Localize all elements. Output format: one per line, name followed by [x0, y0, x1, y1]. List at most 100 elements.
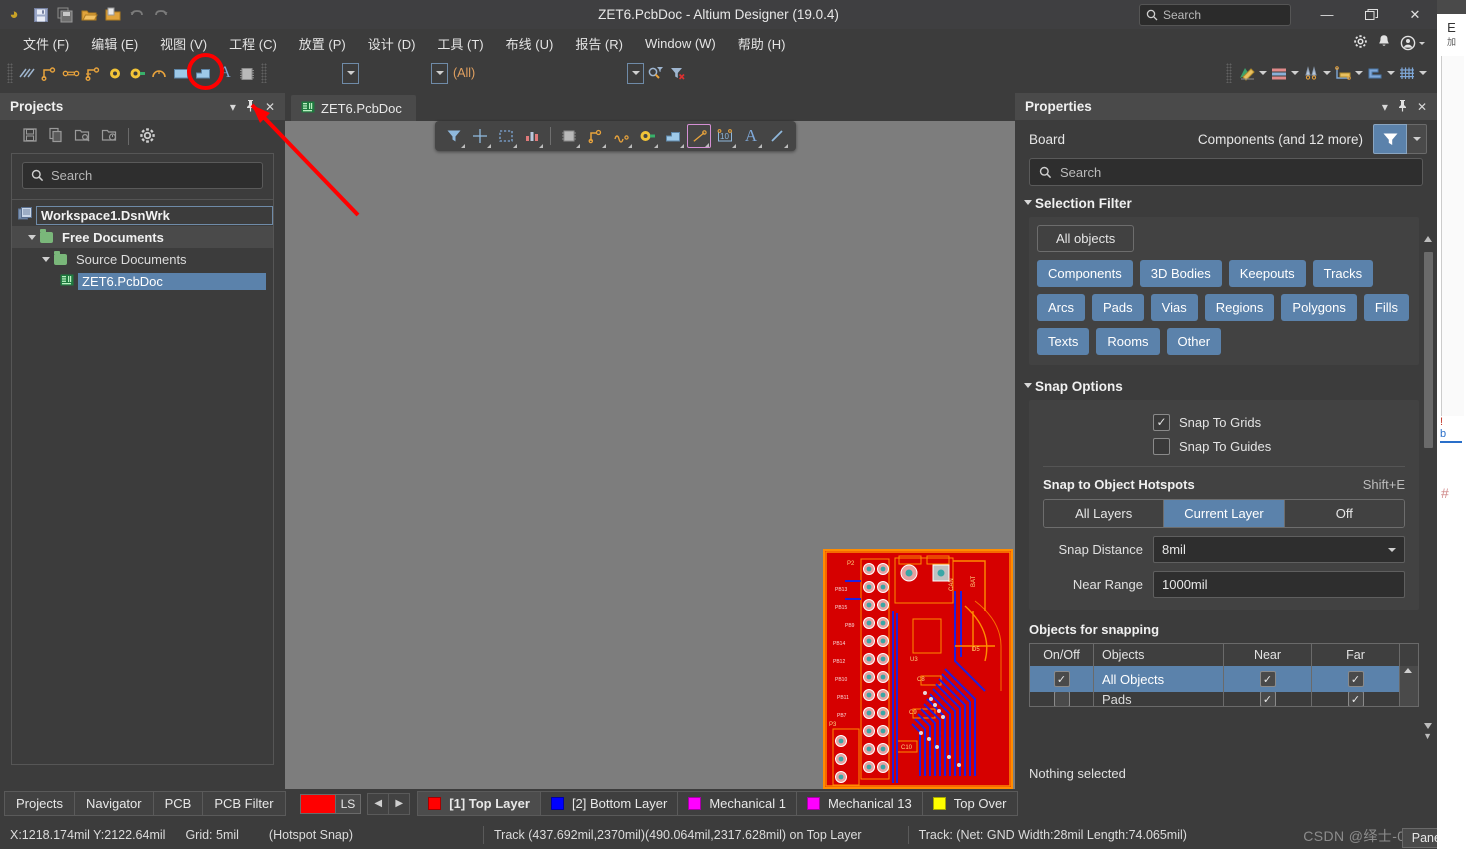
layer-tab-top-layer[interactable]: [1] Top Layer	[417, 791, 541, 816]
collapse-caret-icon[interactable]	[1024, 200, 1032, 205]
document-tab-zet6-pcbdoc[interactable]: ZET6.PcbDoc	[291, 95, 416, 121]
project-options-folder-icon[interactable]	[101, 127, 118, 146]
place-polygon-pour-icon[interactable]	[192, 62, 214, 84]
clear-filter-icon[interactable]	[666, 62, 688, 84]
snap-to-guides-checkbox[interactable]	[1153, 437, 1170, 455]
filter-dropdown-button[interactable]	[1407, 124, 1427, 154]
place-fill-icon[interactable]	[661, 124, 685, 148]
menu-window[interactable]: Window (W)	[634, 33, 727, 54]
menu-design[interactable]: 设计 (D)	[357, 31, 427, 56]
place-coordinate-icon[interactable]: 10	[713, 124, 737, 148]
chip-pads[interactable]: Pads	[1092, 294, 1144, 321]
menu-view[interactable]: 视图 (V)	[149, 31, 218, 56]
properties-scrollbar[interactable]	[1424, 236, 1433, 729]
row-near-checkbox[interactable]: ✓	[1259, 671, 1276, 687]
save-project-icon[interactable]	[22, 127, 38, 146]
chip-all-objects[interactable]: All objects	[1037, 225, 1135, 252]
menu-project[interactable]: 工程 (C)	[218, 31, 288, 56]
chip-tracks[interactable]: Tracks	[1312, 260, 1374, 287]
chip-components[interactable]: Components	[1037, 260, 1133, 287]
pcb-board-graphic[interactable]: P2 P3 C8 C9 C10 U3 PB13 PB15 PB9 PB14 PB12 P…	[823, 549, 1013, 789]
chevron-down-icon[interactable]	[1388, 547, 1396, 552]
place-via-icon[interactable]	[104, 62, 126, 84]
tree-item-workspace[interactable]: Workspace1.DsnWrk	[12, 204, 273, 226]
grid-manager-icon[interactable]	[1396, 62, 1418, 84]
chip-rooms[interactable]: Rooms	[1096, 328, 1160, 355]
route-multiple-nets-icon[interactable]	[82, 62, 104, 84]
project-settings-gear-icon[interactable]	[139, 127, 156, 147]
snap-to-grids-checkbox[interactable]: ✓	[1153, 413, 1170, 431]
segment-current-layer[interactable]: Current Layer	[1163, 500, 1284, 527]
snap-to-grids-row[interactable]: ✓ Snap To Grids	[1043, 410, 1405, 434]
area-select-icon[interactable]	[494, 124, 518, 148]
snap-to-guides-row[interactable]: Snap To Guides	[1043, 434, 1405, 458]
chip-fills[interactable]: Fills	[1363, 294, 1409, 321]
net-class-dropdown[interactable]	[342, 62, 359, 84]
place-string-icon[interactable]: A	[739, 124, 763, 148]
collapse-caret-icon[interactable]	[1024, 383, 1032, 388]
snap-options-section-header[interactable]: Snap Options	[1015, 365, 1437, 400]
near-range-input[interactable]: 1000mil	[1153, 571, 1405, 598]
chevron-down-icon[interactable]	[1323, 71, 1331, 75]
menu-edit[interactable]: 编辑 (E)	[80, 31, 149, 56]
chip-other[interactable]: Other	[1166, 328, 1222, 355]
current-layer-color-swatch[interactable]	[299, 793, 336, 814]
open-icon[interactable]	[78, 4, 100, 26]
menu-place[interactable]: 放置 (P)	[288, 31, 357, 56]
place-track-icon[interactable]	[583, 124, 607, 148]
save-icon[interactable]	[30, 4, 52, 26]
layer-tab-mechanical-1[interactable]: Mechanical 1	[677, 791, 797, 816]
pin-icon[interactable]	[245, 99, 256, 115]
place-string-icon[interactable]: A	[214, 62, 236, 84]
save-all-icon[interactable]	[54, 4, 76, 26]
toolbar-grip-3[interactable]	[1226, 63, 1232, 83]
chip-regions[interactable]: Regions	[1204, 294, 1275, 321]
place-pad-icon[interactable]	[635, 124, 659, 148]
layer-tab-top-overlay[interactable]: Top Over	[921, 791, 1018, 816]
chip-polygons[interactable]: Polygons	[1281, 294, 1357, 321]
place-fill-icon[interactable]	[170, 62, 192, 84]
magnifier-filter-icon[interactable]	[644, 62, 666, 84]
panel-tab-pcb[interactable]: PCB	[152, 791, 204, 816]
chevron-down-icon[interactable]	[42, 256, 50, 262]
layer-tab-mechanical-13[interactable]: Mechanical 13	[795, 791, 923, 816]
chevron-down-icon[interactable]	[1259, 71, 1267, 75]
route-differential-pair-icon[interactable]	[38, 62, 60, 84]
table-row[interactable]: ✓ All Objects ✓ ✓	[1030, 666, 1418, 692]
funnel-filter-icon[interactable]	[1373, 124, 1407, 154]
row-near-checkbox[interactable]: ✓	[1259, 692, 1276, 706]
chip-arcs[interactable]: Arcs	[1037, 294, 1085, 321]
menu-tools[interactable]: 工具 (T)	[426, 31, 494, 56]
measure-icon[interactable]	[1332, 62, 1354, 84]
compile-icon[interactable]	[48, 127, 64, 146]
row-far-checkbox[interactable]: ✓	[1347, 692, 1364, 706]
place-dimension-icon[interactable]	[687, 124, 711, 148]
background-window-sliver[interactable]: E 加 ! b #	[1437, 0, 1466, 849]
tree-item-zet6-pcbdoc[interactable]: ZET6.PcbDoc	[12, 270, 273, 292]
net-filter-dropdown[interactable]	[431, 62, 448, 84]
chevron-down-icon[interactable]	[1419, 71, 1427, 75]
segment-all-layers[interactable]: All Layers	[1044, 500, 1164, 527]
selection-filter-section-header[interactable]: Selection Filter	[1015, 186, 1437, 217]
chip-vias[interactable]: Vias	[1150, 294, 1198, 321]
snap-distance-dropdown[interactable]: 8mil	[1153, 536, 1405, 563]
global-search-input[interactable]: Search	[1139, 3, 1291, 26]
toolbar-grip[interactable]	[7, 63, 13, 83]
menu-file[interactable]: 文件 (F)	[12, 31, 80, 56]
chevron-down-icon[interactable]	[1419, 41, 1425, 45]
place-arc-icon[interactable]	[148, 62, 170, 84]
chevron-down-icon[interactable]	[1387, 71, 1395, 75]
chip-texts[interactable]: Texts	[1037, 328, 1090, 355]
board-planning-icon[interactable]	[1364, 62, 1386, 84]
menu-help[interactable]: 帮助 (H)	[727, 31, 797, 56]
open-project-icon[interactable]	[102, 4, 124, 26]
chip-3d-bodies[interactable]: 3D Bodies	[1139, 260, 1222, 287]
row-onoff-checkbox[interactable]	[1053, 692, 1070, 706]
cross-probe-icon[interactable]	[468, 124, 492, 148]
scroll-up-arrow[interactable]	[1424, 236, 1432, 242]
layer-set-label[interactable]: LS	[335, 793, 362, 814]
panel-tab-pcb-filter[interactable]: PCB Filter	[202, 791, 286, 816]
menu-route[interactable]: 布线 (U)	[495, 31, 565, 56]
notifications-bell-icon[interactable]	[1377, 34, 1391, 52]
interactive-length-tuning-icon[interactable]	[60, 62, 82, 84]
